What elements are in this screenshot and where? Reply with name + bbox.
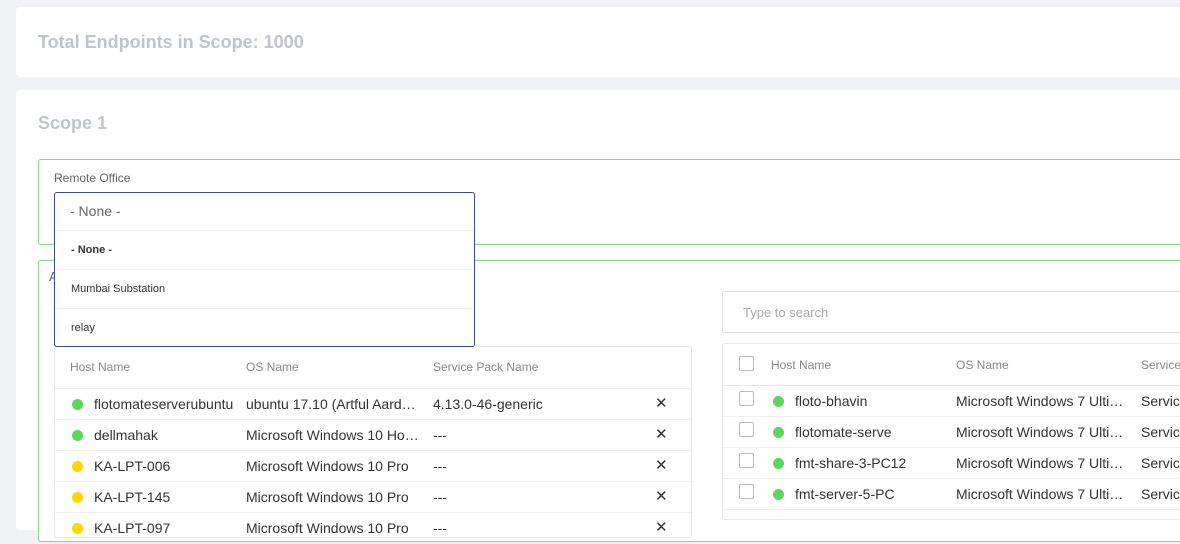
option-none[interactable]: - None - [55,231,474,270]
close-icon[interactable]: ✕ [655,425,668,443]
close-icon[interactable]: ✕ [655,487,668,505]
scope-title: Scope 1 [38,113,108,133]
status-dot-icon [72,399,83,410]
status-dot-icon [773,427,784,438]
column-host-name: Host Name [70,360,131,374]
selected-assets-table: Host Name OS Name Service Pack Name flot… [54,346,692,544]
close-icon[interactable]: ✕ [655,456,668,474]
table-header: Host Name OS Name Service [723,344,1180,386]
service-cell: Service [1141,486,1180,502]
os-name-cell: Microsoft Windows 7 Ultimate [956,486,1126,502]
table-row: flotomateserverubuntu ubuntu 17.10 (Artfu… [55,389,691,420]
os-name-cell: Microsoft Windows 7 Ultimate [956,424,1126,440]
service-cell: Service [1141,455,1180,471]
host-name-cell: floto-bhavin [795,393,868,409]
column-os-name: OS Name [246,360,299,374]
host-name-cell: dellmahak [94,427,158,443]
os-name-cell: Microsoft Windows 10 Home [246,427,421,443]
service-pack-cell: 4.13.0-46-generic [433,396,543,412]
os-name-cell: Microsoft Windows 10 Pro [246,489,409,505]
service-pack-cell: --- [433,489,447,505]
status-dot-icon [773,458,784,469]
status-dot-icon [72,523,83,534]
os-name-cell: Microsoft Windows 7 Ultimate [956,393,1126,409]
table-header: Host Name OS Name Service Pack Name [55,347,691,389]
table-row[interactable]: fmt-server-5-PC Microsoft Windows 7 Ultim… [723,479,1180,510]
selected-value: - None - [70,203,121,219]
host-name-cell: KA-LPT-145 [94,489,171,505]
column-service-pack: Service Pack Name [433,360,539,374]
table-row: KA-LPT-006 Microsoft Windows 10 Pro --- ✕ [55,451,691,482]
close-icon[interactable]: ✕ [655,518,668,536]
service-cell: Service [1141,424,1180,440]
host-name-cell: flotomateserverubuntu [94,396,234,412]
status-dot-icon [773,489,784,500]
remote-office-dropdown[interactable]: - None - - None - Mumbai Substation rela… [54,192,475,347]
close-icon[interactable]: ✕ [655,394,668,412]
service-cell: Service [1141,393,1180,409]
available-assets-table: Host Name OS Name Service floto-bhavin Mi… [722,343,1180,520]
option-relay[interactable]: relay [55,309,474,347]
status-dot-icon [72,492,83,503]
table-row[interactable]: fmt-share-3-PC12 Microsoft Windows 7 Ulti… [723,448,1180,479]
row-checkbox[interactable] [739,391,754,406]
option-mumbai-substation[interactable]: Mumbai Substation [55,270,474,309]
os-name-cell: Microsoft Windows 10 Pro [246,458,409,474]
service-pack-cell: --- [433,427,447,443]
column-os-name: OS Name [956,358,1009,372]
os-name-cell: Microsoft Windows 10 Pro [246,520,409,536]
total-endpoints-title: Total Endpoints in Scope: 1000 [38,32,304,52]
host-name-cell: KA-LPT-097 [94,520,171,536]
row-checkbox[interactable] [739,484,754,499]
table-row[interactable]: floto-bhavin Microsoft Windows 7 Ultimate… [723,386,1180,417]
search-input[interactable] [723,292,1180,332]
select-all-checkbox[interactable] [739,356,754,371]
search-box [722,291,1180,333]
row-checkbox[interactable] [739,422,754,437]
table-row[interactable]: flotomate-serve Microsoft Windows 7 Ultim… [723,417,1180,448]
summary-card: Total Endpoints in Scope: 1000 [16,7,1180,77]
host-name-cell: flotomate-serve [795,424,892,440]
os-name-cell: Microsoft Windows 7 Ultimate [956,455,1126,471]
status-dot-icon [72,461,83,472]
service-pack-cell: --- [433,458,447,474]
table-row: KA-LPT-145 Microsoft Windows 10 Pro --- ✕ [55,482,691,513]
remote-office-selected[interactable]: - None - [55,193,474,231]
table-row: KA-LPT-097 Microsoft Windows 10 Pro --- ✕ [55,513,691,544]
host-name-cell: KA-LPT-006 [94,458,171,474]
status-dot-icon [72,430,83,441]
table-row: dellmahak Microsoft Windows 10 Home --- ✕ [55,420,691,451]
remote-office-label: Remote Office [54,171,131,185]
status-dot-icon [773,396,784,407]
host-name-cell: fmt-server-5-PC [795,486,895,502]
host-name-cell: fmt-share-3-PC12 [795,455,907,471]
row-checkbox[interactable] [739,453,754,468]
service-pack-cell: --- [433,520,447,536]
column-host-name: Host Name [771,358,832,372]
column-service: Service [1141,358,1180,372]
os-name-cell: ubuntu 17.10 (Artful Aardvark) [246,396,421,412]
